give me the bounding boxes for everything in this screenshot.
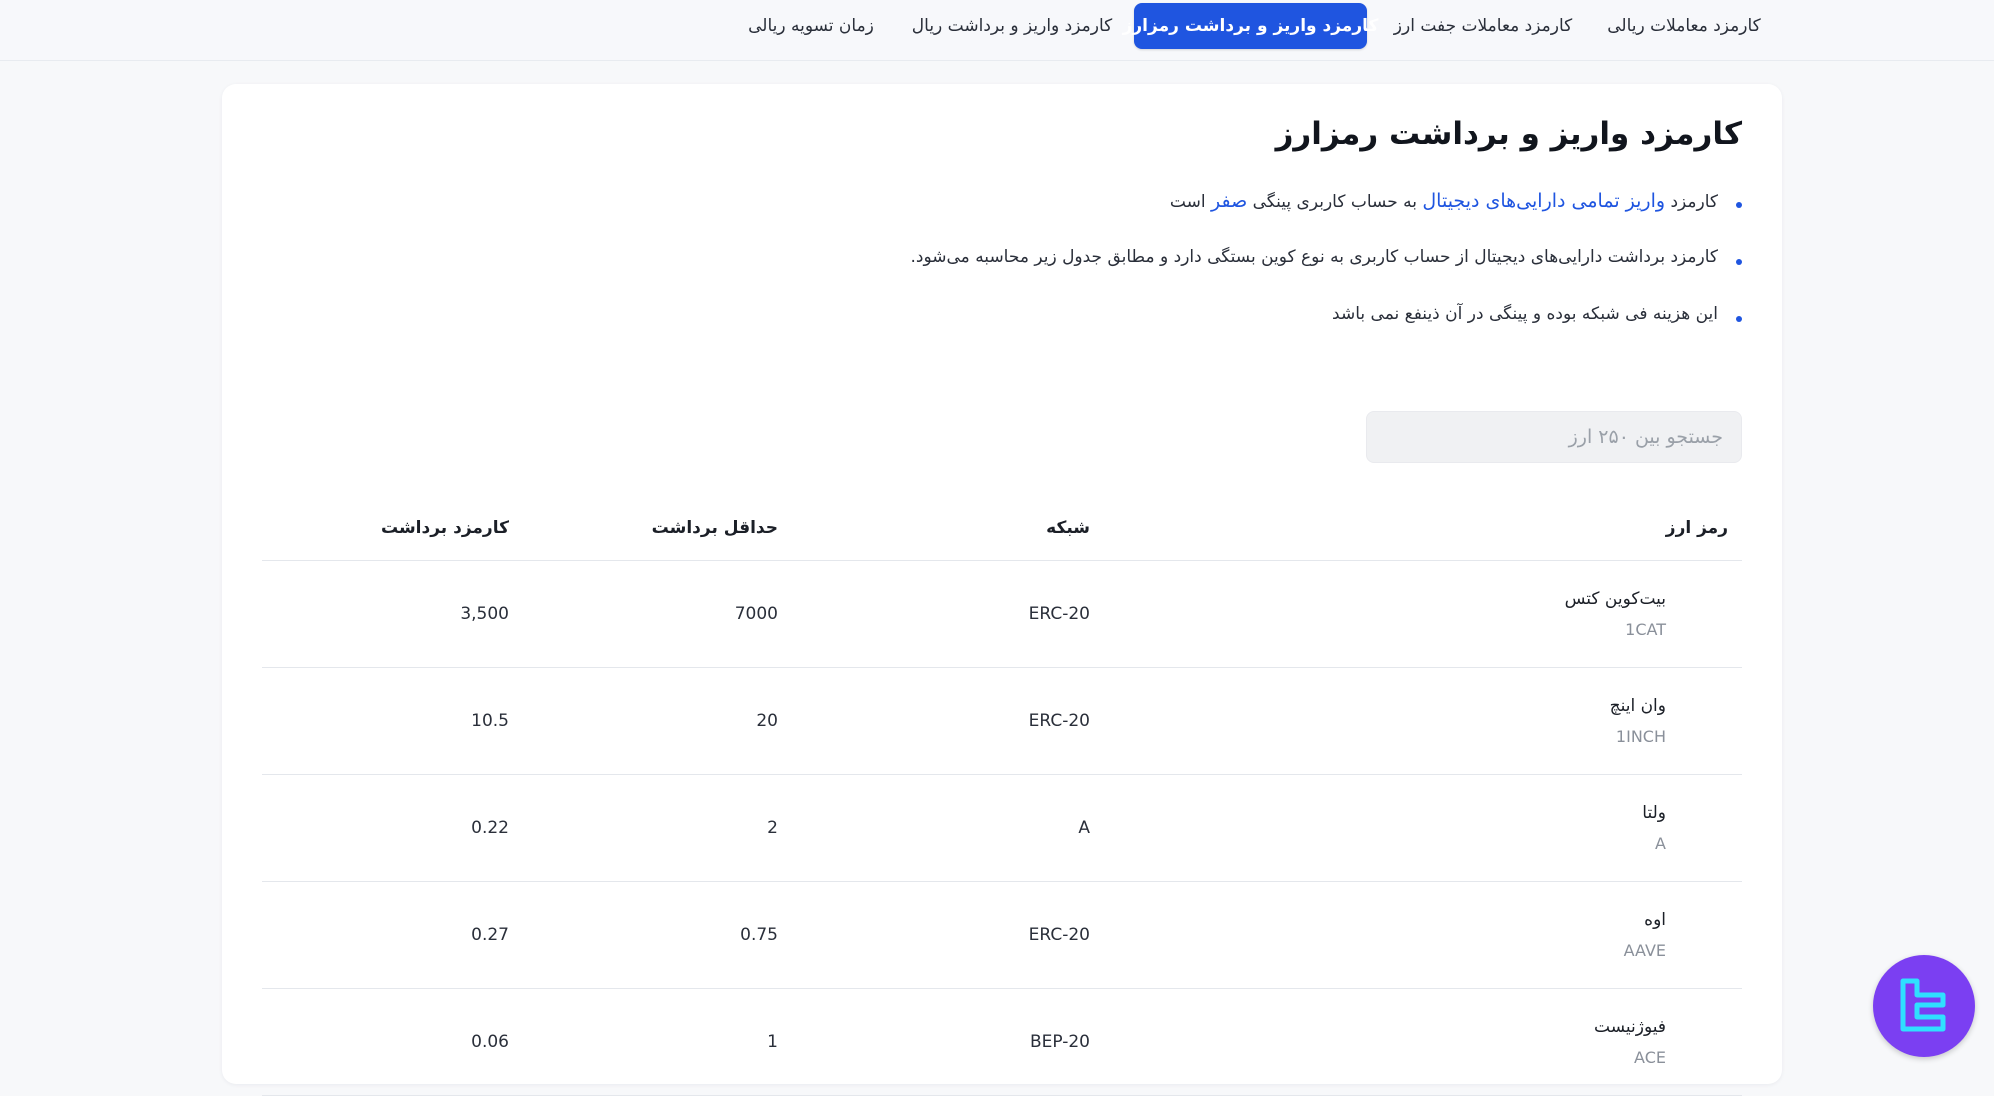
logo-glyph-icon: [1900, 978, 1946, 1032]
table-row[interactable]: اوه AAVE ERC-20 0.75 0.27: [262, 882, 1742, 989]
bullet-dot-icon: [1736, 202, 1742, 208]
bullet-dot-icon: [1736, 259, 1742, 265]
info-list: کارمزد واریز تمامی دارایی‌های دیجیتال به…: [911, 190, 1742, 361]
asset-symbol: ACE: [1634, 1048, 1666, 1067]
deposit-fee-text-3: است: [1169, 192, 1211, 212]
tab-rial-deposit-withdraw-fees[interactable]: کارمزد واریز و برداشت ریال: [906, 3, 1118, 49]
asset-symbol: 1CAT: [1625, 620, 1666, 639]
withdraw-fee-cell: 0.27: [471, 925, 509, 945]
asset-cell: وان اینچ 1INCH: [1610, 690, 1666, 752]
header-symbol: رمز ارز: [1665, 518, 1728, 538]
top-tab-bar: کارمزد معاملات ریالی کارمزد معاملات جفت …: [0, 0, 1994, 61]
tradingfinder-logo-icon[interactable]: [1873, 955, 1975, 1057]
search-input[interactable]: [1367, 412, 1741, 462]
info-item-withdraw-fee: کارمزد برداشت دارایی‌های دیجیتال از حساب…: [911, 247, 1742, 304]
table-header: رمز ارز شبکه حداقل برداشت کارمزد برداشت: [262, 496, 1742, 561]
deposit-fee-text-2: به حساب کاربری پینگی: [1247, 192, 1423, 212]
network-fee-text: این هزینه فی شبکه بوده و پینگی در آن ذین…: [1332, 304, 1718, 324]
asset-symbol: A: [1655, 834, 1666, 853]
tab-crypto-deposit-withdraw-fees[interactable]: کارمزد واریز و برداشت رمزارز: [1123, 3, 1378, 49]
withdraw-fee-cell: 10.5: [471, 711, 509, 731]
header-network: شبکه: [1046, 518, 1090, 538]
asset-symbol: AAVE: [1623, 941, 1666, 960]
asset-cell: اوه AAVE: [1624, 904, 1666, 966]
asset-name: ولتا: [1642, 803, 1666, 823]
table-row[interactable]: فیوژنیست ACE BEP-20 1 0.06: [262, 989, 1742, 1096]
info-item-network-fee: این هزینه فی شبکه بوده و پینگی در آن ذین…: [911, 304, 1742, 361]
asset-symbol: 1INCH: [1615, 727, 1666, 746]
network-cell: ERC-20: [1028, 604, 1090, 624]
network-cell: ERC-20: [1028, 925, 1090, 945]
tab-rial-trading-fees[interactable]: کارمزد معاملات ریالی: [1599, 3, 1769, 49]
fees-table: رمز ارز شبکه حداقل برداشت کارمزد برداشت …: [262, 496, 1742, 1096]
withdraw-fee-cell: 3,500: [460, 604, 509, 624]
tab-pair-trading-fees[interactable]: کارمزد معاملات جفت ارز: [1383, 3, 1583, 49]
search-box: [1366, 411, 1742, 463]
asset-cell: بیت‌کوین کتس 1CAT: [1565, 583, 1666, 645]
network-cell: A: [1078, 818, 1090, 838]
asset-name: فیوژنیست: [1594, 1017, 1666, 1037]
min-withdraw-cell: 20: [756, 711, 778, 731]
tab-rial-settlement-time[interactable]: زمان تسویه ریالی: [737, 3, 885, 49]
header-min-withdraw: حداقل برداشت: [651, 518, 778, 538]
min-withdraw-cell: 7000: [734, 604, 778, 624]
asset-name: اوه: [1644, 910, 1666, 930]
table-row[interactable]: بیت‌کوین کتس 1CAT ERC-20 7000 3,500: [262, 561, 1742, 668]
asset-name: وان اینچ: [1609, 696, 1666, 716]
network-cell: ERC-20: [1028, 711, 1090, 731]
withdraw-fee-text: کارمزد برداشت دارایی‌های دیجیتال از حساب…: [910, 247, 1718, 267]
bullet-dot-icon: [1736, 316, 1742, 322]
network-cell: BEP-20: [1029, 1032, 1090, 1052]
table-row[interactable]: ولتا A A 2 0.22: [262, 775, 1742, 882]
header-withdraw-fee: کارمزد برداشت: [380, 518, 509, 538]
asset-cell: فیوژنیست ACE: [1594, 1011, 1666, 1073]
deposit-fee-highlight: واریز تمامی دارایی‌های دیجیتال: [1422, 190, 1666, 212]
deposit-fee-text-1: کارمزد: [1665, 192, 1718, 212]
info-item-deposit-fee: کارمزد واریز تمامی دارایی‌های دیجیتال به…: [911, 190, 1742, 247]
min-withdraw-cell: 2: [767, 818, 778, 838]
min-withdraw-cell: 1: [767, 1032, 778, 1052]
page-title: کارمزد واریز و برداشت رمزارز: [1275, 116, 1742, 152]
deposit-fee-zero: صفر: [1210, 190, 1248, 212]
withdraw-fee-cell: 0.22: [471, 818, 509, 838]
table-row[interactable]: وان اینچ 1INCH ERC-20 20 10.5: [262, 668, 1742, 775]
asset-name: بیت‌کوین کتس: [1564, 589, 1666, 609]
min-withdraw-cell: 0.75: [740, 925, 778, 945]
asset-cell: ولتا A: [1642, 797, 1666, 859]
withdraw-fee-cell: 0.06: [471, 1032, 509, 1052]
content-card: کارمزد واریز و برداشت رمزارز کارمزد واری…: [222, 84, 1782, 1096]
